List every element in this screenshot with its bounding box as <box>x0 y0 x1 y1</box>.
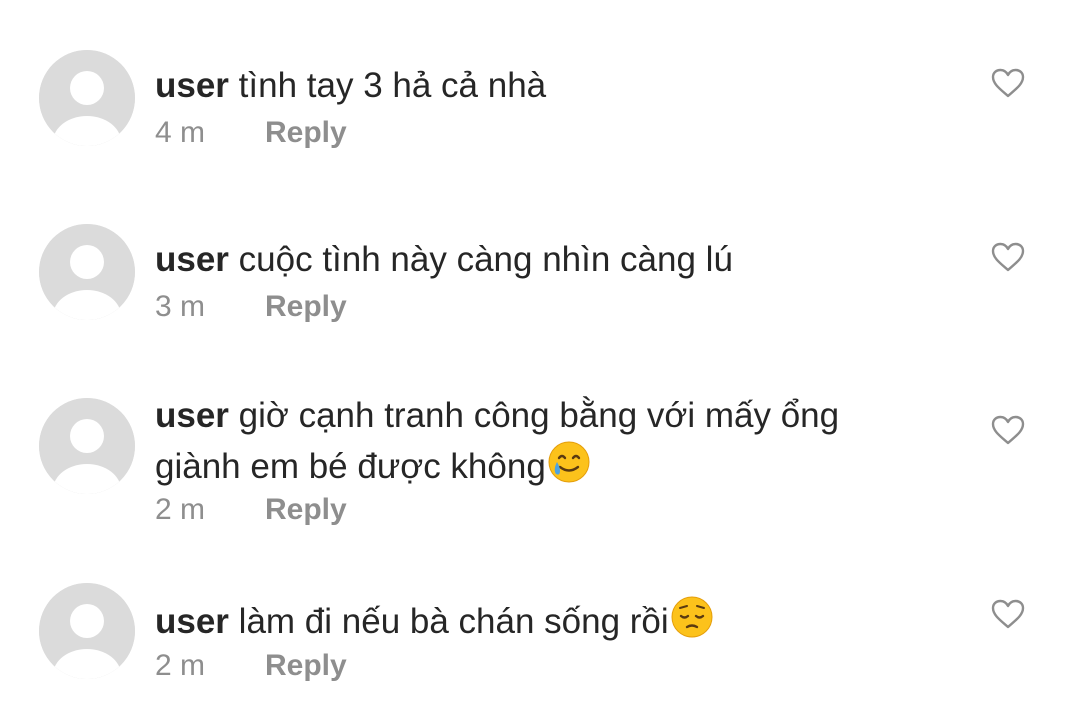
heart-icon <box>991 68 1025 98</box>
comment-username[interactable]: user <box>155 602 229 641</box>
avatar[interactable] <box>39 224 135 320</box>
comment-meta: 4 m Reply <box>155 115 347 151</box>
reply-button[interactable]: Reply <box>265 289 347 325</box>
comment-timestamp: 4 m <box>155 116 206 149</box>
like-button[interactable] <box>990 598 1026 630</box>
comment-message: cuộc tình này càng nhìn càng lú <box>238 240 733 279</box>
comment-message: giờ cạnh tranh công bằng với mấy ổng già… <box>155 396 840 486</box>
pensive-face-icon <box>670 595 714 652</box>
comment-meta: 3 m Reply <box>155 289 347 325</box>
heart-icon <box>991 415 1025 445</box>
like-button[interactable] <box>990 67 1026 99</box>
comment-meta: 2 m Reply <box>155 492 347 528</box>
comment-timestamp: 2 m <box>155 649 206 682</box>
default-avatar-icon <box>39 583 135 679</box>
comment-text: user cuộc tình này càng nhìn càng lú <box>155 236 945 284</box>
comment-username[interactable]: user <box>155 66 229 105</box>
comment-text: user tình tay 3 hả cả nhà <box>155 62 945 110</box>
reply-button[interactable]: Reply <box>265 115 347 151</box>
default-avatar-icon <box>39 224 135 320</box>
avatar[interactable] <box>39 583 135 679</box>
default-avatar-icon <box>39 398 135 494</box>
avatar[interactable] <box>39 398 135 494</box>
comment-message: tình tay 3 hả cả nhà <box>238 66 547 105</box>
like-button[interactable] <box>990 241 1026 273</box>
heart-icon <box>991 599 1025 629</box>
like-button[interactable] <box>990 414 1026 446</box>
comment-text: user giờ cạnh tranh công bằng với mấy ổn… <box>155 392 915 497</box>
comment-username[interactable]: user <box>155 396 229 435</box>
reply-button[interactable]: Reply <box>265 492 347 528</box>
comment-message: làm đi nếu bà chán sống rồi <box>238 602 669 641</box>
reply-button[interactable]: Reply <box>265 648 347 684</box>
comment-text: user làm đi nếu bà chán sống rồi <box>155 595 945 652</box>
comment-timestamp: 2 m <box>155 493 206 526</box>
default-avatar-icon <box>39 50 135 146</box>
comment-meta: 2 m Reply <box>155 648 347 684</box>
avatar[interactable] <box>39 50 135 146</box>
comment-username[interactable]: user <box>155 240 229 279</box>
heart-icon <box>991 242 1025 272</box>
comment-timestamp: 3 m <box>155 290 206 323</box>
smiling-face-with-tear-icon <box>547 440 591 497</box>
